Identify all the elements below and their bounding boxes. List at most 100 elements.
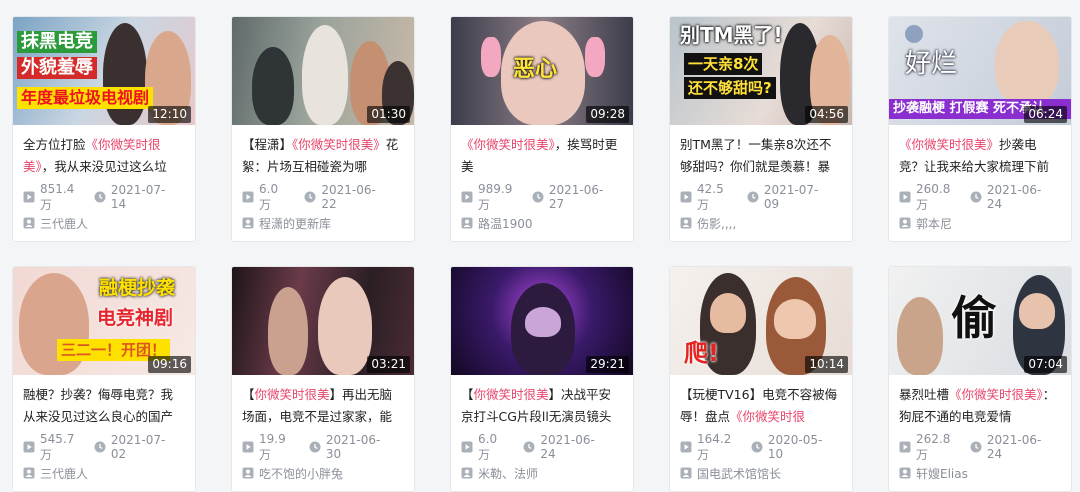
video-meta: 545.7万 2021-07-02 xyxy=(23,432,185,462)
video-author[interactable]: 郭本尼 xyxy=(899,214,1061,232)
video-thumbnail[interactable]: 29:21 xyxy=(451,267,633,375)
clock-icon xyxy=(94,441,106,453)
clock-icon xyxy=(94,191,106,203)
video-title[interactable]: 《你微笑时很美》抄袭电竞？让我来给大家梳理下前 xyxy=(899,134,1061,178)
video-title[interactable]: 【你微笑时很美】决战平安京打斗CG片段ll无演员镜头 xyxy=(461,384,623,428)
play-count-icon xyxy=(23,191,35,203)
author-name: 轩嫂Elias xyxy=(916,466,968,481)
title-highlight: 你微笑时很美 xyxy=(473,387,549,402)
thumb-caption: 别TM黑了! xyxy=(680,23,783,47)
clock-icon xyxy=(532,191,544,203)
video-meta: 989.9万 2021-06-27 xyxy=(461,182,623,212)
view-count: 545.7万 xyxy=(40,431,75,462)
upload-date: 2021-07-02 xyxy=(110,433,166,461)
video-title[interactable]: 【玩梗TV16】电竞不容被侮辱！盘点《你微笑时很 xyxy=(680,384,842,428)
video-author[interactable]: 路温1900 xyxy=(461,214,623,232)
author-name: 郭本尼 xyxy=(916,216,953,231)
user-icon xyxy=(899,467,911,479)
video-author[interactable]: 伤影,,,, xyxy=(680,214,842,232)
view-count: 164.2万 xyxy=(697,431,732,462)
video-card[interactable]: 偷 07:04 暴烈吐槽《你微笑时很美》：狗屁不通的电竞爱情 262.8万 20… xyxy=(888,266,1072,492)
thumb-caption: 一天亲8次 xyxy=(684,53,763,75)
play-count-icon xyxy=(461,441,473,453)
video-card[interactable]: 融梗抄袭 电竞神剧 三二一！开团！ 09:16 融梗？抄袭？侮辱电竞？我从来没见… xyxy=(12,266,196,492)
title-text: 全方位打脸 xyxy=(23,137,86,152)
video-duration: 09:16 xyxy=(148,356,191,373)
thumb-caption: 爬! xyxy=(684,339,719,367)
video-title[interactable]: 【你微笑时很美】再出无脑场面，电竞不是过家家，能 xyxy=(242,384,404,428)
video-author[interactable]: 三代鹿人 xyxy=(23,464,185,482)
thumb-caption: 电竞神剧 xyxy=(97,307,174,329)
view-count: 42.5万 xyxy=(697,181,724,212)
title-highlight: 《你微笑时很美》 xyxy=(899,137,1000,152)
video-card[interactable]: 别TM黑了! 一天亲8次 还不够甜吗? 04:56 别TM黑了！一集亲8次还不够… xyxy=(669,16,853,242)
upload-date: 2021-07-09 xyxy=(763,183,819,211)
video-duration: 12:10 xyxy=(148,106,191,123)
video-duration: 10:14 xyxy=(805,356,848,373)
video-card[interactable]: 01:30 【程潇】《你微笑时很美》花絮：片场互相碰瓷为哪 6.0万 2021-… xyxy=(231,16,415,242)
video-title[interactable]: 暴烈吐槽《你微笑时很美》：狗屁不通的电竞爱情 xyxy=(899,384,1061,428)
title-highlight: 你微笑时很美 xyxy=(254,387,330,402)
upload-date: 2021-06-24 xyxy=(540,433,595,461)
video-thumbnail[interactable]: 03:21 xyxy=(232,267,414,375)
clock-icon xyxy=(970,191,982,203)
upload-date: 2021-06-27 xyxy=(548,183,604,211)
video-duration: 04:56 xyxy=(805,106,848,123)
thumb-caption: 抹黑电竞 xyxy=(17,31,97,53)
video-thumbnail[interactable]: 融梗抄袭 电竞神剧 三二一！开团！ 09:16 xyxy=(13,267,195,375)
video-author[interactable]: 吃不饱的小胖兔 xyxy=(242,464,404,482)
view-count: 851.4万 xyxy=(40,181,75,212)
video-thumbnail[interactable]: 别TM黑了! 一天亲8次 还不够甜吗? 04:56 xyxy=(670,17,852,125)
view-count: 6.0万 xyxy=(478,431,498,462)
view-count: 260.8万 xyxy=(916,181,951,212)
video-thumbnail[interactable]: 偷 07:04 xyxy=(889,267,1071,375)
video-author[interactable]: 程潇的更新库 xyxy=(242,214,404,232)
video-meta: 262.8万 2021-06-24 xyxy=(899,432,1061,462)
thumb-caption: 融梗抄袭 xyxy=(99,277,176,299)
video-author[interactable]: 三代鹿人 xyxy=(23,214,185,232)
play-count-icon xyxy=(461,191,473,203)
video-card[interactable]: 爬! 10:14 【玩梗TV16】电竞不容被侮辱！盘点《你微笑时很 164.2万… xyxy=(669,266,853,492)
video-title[interactable]: 《你微笑时很美》，挨骂时更美 xyxy=(461,134,623,178)
clock-icon xyxy=(304,191,316,203)
video-thumbnail[interactable]: 01:30 xyxy=(232,17,414,125)
thumb-caption: 外貌羞辱 xyxy=(17,57,97,79)
video-title[interactable]: 全方位打脸《你微笑时很美》，我从来没见过这么垃 xyxy=(23,134,185,178)
video-card[interactable]: 恶心 09:28 《你微笑时很美》，挨骂时更美 989.9万 2021-06-2… xyxy=(450,16,634,242)
thumb-caption: 好烂 xyxy=(905,49,958,79)
thumb-caption: 偷 xyxy=(951,291,997,345)
video-card[interactable]: 好烂 抄袭融梗 打假赛 死不承认 06:24 《你微笑时很美》抄袭电竞？让我来给… xyxy=(888,16,1072,242)
video-author[interactable]: 国电武术馆馆长 xyxy=(680,464,842,482)
video-card[interactable]: 29:21 【你微笑时很美】决战平安京打斗CG片段ll无演员镜头 6.0万 20… xyxy=(450,266,634,492)
video-card[interactable]: 03:21 【你微笑时很美】再出无脑场面，电竞不是过家家，能 19.9万 202… xyxy=(231,266,415,492)
play-count-icon xyxy=(899,191,911,203)
view-count: 19.9万 xyxy=(259,431,286,462)
upload-date: 2021-07-14 xyxy=(110,183,166,211)
clock-icon xyxy=(970,441,982,453)
thumb-caption: 还不够甜吗? xyxy=(684,77,776,99)
video-duration: 07:04 xyxy=(1024,356,1067,373)
play-count-icon xyxy=(680,191,692,203)
video-title[interactable]: 别TM黑了！一集亲8次还不够甜吗？你们就是羡慕！暴 xyxy=(680,134,842,178)
video-author[interactable]: 轩嫂Elias xyxy=(899,464,1061,482)
user-icon xyxy=(899,217,911,229)
user-icon xyxy=(242,467,254,479)
user-icon xyxy=(23,467,35,479)
video-title[interactable]: 融梗？抄袭？侮辱电竞？我从来没见过这么良心的国产 xyxy=(23,384,185,428)
video-card[interactable]: 抹黑电竞 外貌羞辱 年度最垃圾电视剧 12:10 全方位打脸《你微笑时很美》，我… xyxy=(12,16,196,242)
video-grid: 抹黑电竞 外貌羞辱 年度最垃圾电视剧 12:10 全方位打脸《你微笑时很美》，我… xyxy=(12,16,1072,492)
video-thumbnail[interactable]: 恶心 09:28 xyxy=(451,17,633,125)
title-highlight: 《你微笑时很 xyxy=(730,409,806,424)
title-highlight: 《你微笑时很美》 xyxy=(461,137,555,152)
thumb-caption: 年度最垃圾电视剧 xyxy=(17,87,154,109)
play-count-icon xyxy=(23,441,35,453)
video-thumbnail[interactable]: 爬! 10:14 xyxy=(670,267,852,375)
video-author[interactable]: 米勒、法师 xyxy=(461,464,623,482)
user-icon xyxy=(680,217,692,229)
clock-icon xyxy=(747,191,759,203)
user-icon xyxy=(461,217,473,229)
video-title[interactable]: 【程潇】《你微笑时很美》花絮：片场互相碰瓷为哪 xyxy=(242,134,404,178)
video-thumbnail[interactable]: 好烂 抄袭融梗 打假赛 死不承认 06:24 xyxy=(889,17,1071,125)
author-name: 伤影,,,, xyxy=(697,216,737,231)
video-thumbnail[interactable]: 抹黑电竞 外貌羞辱 年度最垃圾电视剧 12:10 xyxy=(13,17,195,125)
